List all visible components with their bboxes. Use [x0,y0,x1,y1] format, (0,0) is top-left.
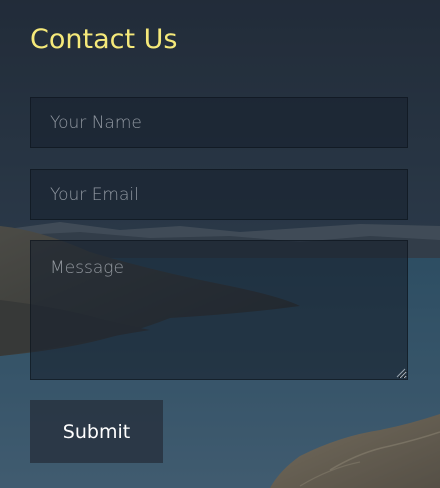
contact-form-title: Contact Us [30,24,178,55]
name-input[interactable] [30,97,408,148]
submit-button[interactable]: Submit [30,400,163,463]
message-textarea[interactable] [30,240,408,380]
email-input[interactable] [30,169,408,220]
